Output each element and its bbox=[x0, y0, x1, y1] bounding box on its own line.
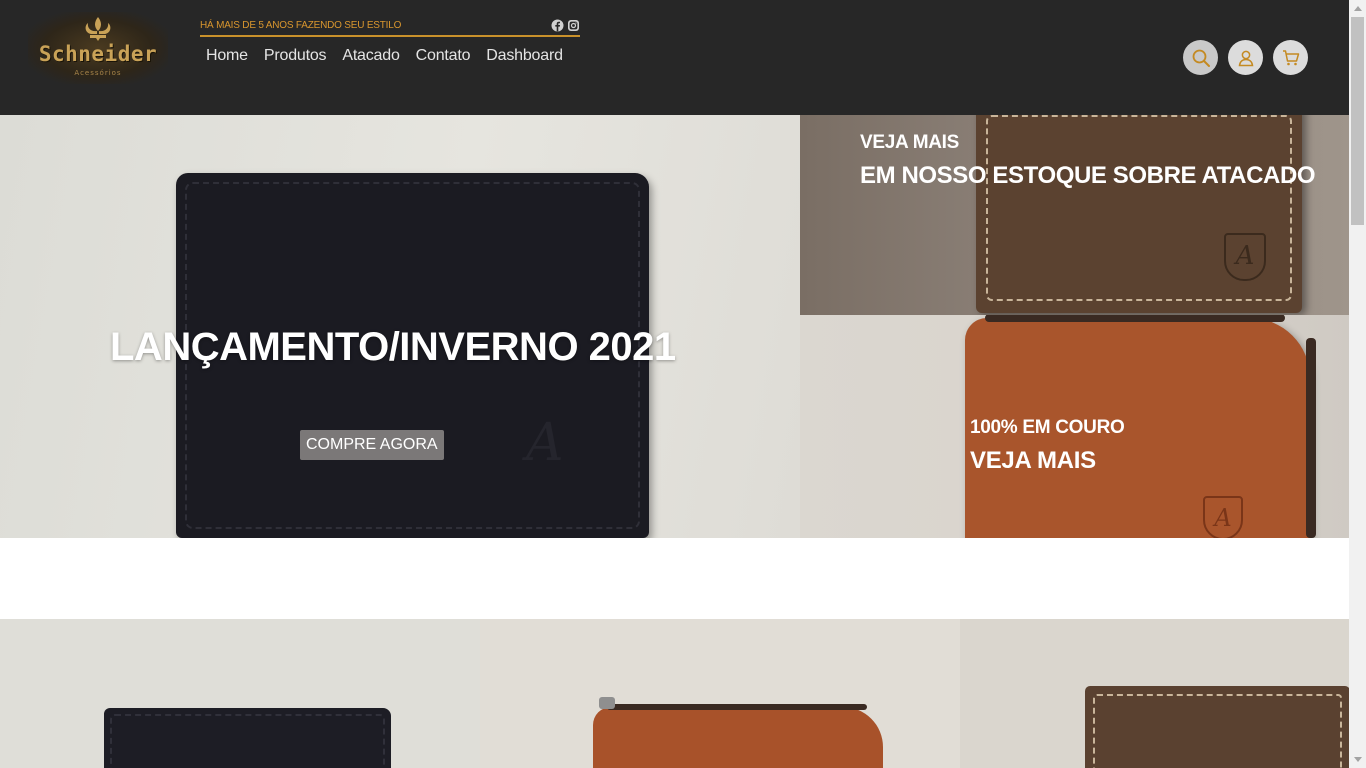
brand-emboss: A bbox=[1224, 233, 1266, 281]
fleur-de-lis-icon bbox=[28, 16, 168, 42]
hero-title: LANÇAMENTO/INVERNO 2021 bbox=[110, 325, 676, 369]
product-card[interactable] bbox=[480, 619, 960, 768]
scroll-down-arrow-icon[interactable] bbox=[1349, 751, 1366, 768]
nav-produtos[interactable]: Produtos bbox=[264, 47, 327, 65]
brand-emboss: A bbox=[526, 413, 564, 473]
wholesale-promo-banner[interactable]: A VEJA MAIS EM NOSSO ESTOQUE SOBRE ATACA… bbox=[800, 115, 1349, 315]
product-card[interactable] bbox=[0, 619, 480, 768]
product-image bbox=[593, 697, 883, 768]
brand-emboss: A bbox=[1203, 496, 1243, 538]
product-image bbox=[104, 708, 391, 768]
promo-bottom-large-label: VEJA MAIS bbox=[970, 447, 1096, 474]
cart-icon bbox=[1282, 49, 1299, 65]
logo-wordmark: Schneider bbox=[38, 42, 158, 66]
nav-home[interactable]: Home bbox=[206, 47, 248, 65]
cart-button[interactable] bbox=[1273, 40, 1308, 75]
buy-now-button[interactable]: COMPRE AGORA bbox=[300, 430, 444, 460]
main-nav: Home Produtos Atacado Contato Dashboard bbox=[206, 47, 563, 65]
social-links bbox=[551, 19, 580, 32]
scroll-up-arrow-icon[interactable] bbox=[1349, 0, 1366, 17]
site-header: Schneider Acessórios HÁ MAIS DE 5 ANOS F… bbox=[0, 0, 1349, 115]
search-button[interactable] bbox=[1183, 40, 1218, 75]
nav-atacado[interactable]: Atacado bbox=[342, 47, 400, 65]
product-card[interactable] bbox=[960, 619, 1349, 768]
nav-contato[interactable]: Contato bbox=[416, 47, 471, 65]
scrollbar-thumb[interactable] bbox=[1351, 17, 1364, 225]
logo-subtitle: Acessórios bbox=[74, 69, 122, 77]
vertical-scrollbar[interactable] bbox=[1349, 0, 1366, 768]
promo-top-large-label: EM NOSSO ESTOQUE SOBRE ATACADO bbox=[860, 162, 1316, 189]
product-grid bbox=[0, 619, 1366, 768]
instagram-icon[interactable] bbox=[567, 19, 580, 32]
nav-dashboard[interactable]: Dashboard bbox=[486, 47, 563, 65]
promo-bottom-small-label: 100% EM COURO bbox=[970, 417, 1125, 438]
tagline: HÁ MAIS DE 5 ANOS FAZENDO SEU ESTILO bbox=[200, 20, 402, 31]
account-button[interactable] bbox=[1228, 40, 1263, 75]
leather-promo-banner[interactable]: A 100% EM COURO VEJA MAIS bbox=[800, 315, 1349, 538]
brown-wallet-image: A bbox=[976, 115, 1302, 313]
top-info-bar: HÁ MAIS DE 5 ANOS FAZENDO SEU ESTILO bbox=[200, 16, 580, 37]
facebook-icon[interactable] bbox=[551, 19, 564, 32]
product-image bbox=[1085, 686, 1349, 768]
user-icon bbox=[1238, 50, 1253, 66]
brand-logo[interactable]: Schneider Acessórios bbox=[28, 12, 168, 84]
promo-top-small-label: VEJA MAIS bbox=[860, 132, 960, 153]
search-icon bbox=[1192, 49, 1210, 67]
hero-banner[interactable]: A LANÇAMENTO/INVERNO 2021 COMPRE AGORA bbox=[0, 115, 800, 538]
